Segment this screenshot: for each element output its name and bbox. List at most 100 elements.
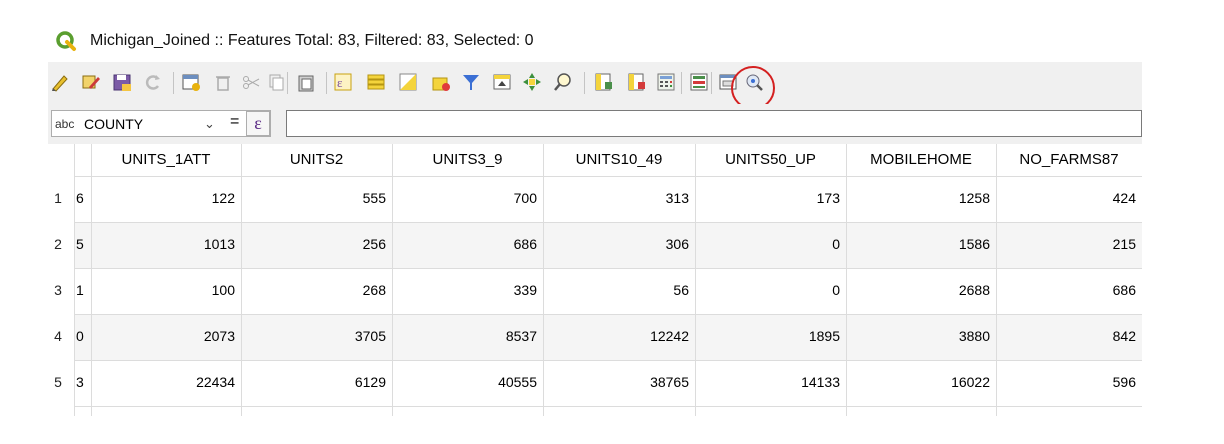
table-cell-partial[interactable]: 6 [76,190,84,206]
table-cell[interactable]: 3880 [846,328,990,344]
toolbar-separator [287,72,288,94]
row-number[interactable]: 4 [52,328,64,344]
table-cell[interactable]: 1895 [695,328,840,344]
invert-selection-icon[interactable] [398,72,418,92]
table-cell[interactable]: 0 [695,282,840,298]
delete-feature-icon[interactable] [213,72,233,92]
move-selection-top-icon[interactable] [492,72,512,92]
equals-label: = [230,113,240,130]
toolbar-separator [173,72,174,94]
column-header[interactable]: UNITS3_9 [392,144,543,176]
toolbar-separator [584,72,585,94]
save-edits-icon[interactable] [112,72,132,92]
qgis-logo-icon [56,31,76,51]
deselect-all-icon[interactable] [431,72,451,92]
table-cell[interactable]: 555 [241,190,386,206]
select-all-icon[interactable] [366,72,386,92]
copy-icon[interactable] [266,72,286,92]
row-number[interactable]: 5 [52,374,64,390]
column-header[interactable]: UNITS_1ATT [91,144,241,176]
table-cell[interactable]: 256 [241,236,386,252]
table-cell[interactable]: 8537 [392,328,537,344]
grid-hline [74,222,1142,223]
table-cell[interactable]: 1258 [846,190,990,206]
window-titlebar: Michigan_Joined :: Features Total: 83, F… [0,0,1224,62]
table-cell[interactable]: 424 [996,190,1136,206]
zoom-to-selection-icon[interactable] [553,72,573,92]
table-cell[interactable]: 40555 [392,374,537,390]
table-cell[interactable]: 14133 [695,374,840,390]
table-cell[interactable]: 12242 [543,328,689,344]
column-header[interactable]: MOBILEHOME [846,144,996,176]
table-cell[interactable]: 56 [543,282,689,298]
delete-field-icon[interactable] [626,72,646,92]
add-feature-icon[interactable] [181,72,201,92]
toolbar-separator [681,72,682,94]
cut-icon[interactable] [241,72,261,92]
grid-hline [74,268,1142,269]
table-cell[interactable]: 100 [91,282,235,298]
field-selector[interactable]: abc COUNTY ⌄ = ε [51,110,271,137]
new-field-icon[interactable] [593,72,613,92]
grid-hline [74,176,1142,177]
table-cell[interactable]: 686 [392,236,537,252]
expression-builder-button[interactable]: ε [246,111,270,136]
grid-hline [74,314,1142,315]
toggle-editing-icon[interactable] [50,72,70,92]
filter-icon[interactable] [461,72,481,92]
grid-hline [74,360,1142,361]
column-header[interactable]: UNITS10_49 [543,144,695,176]
table-cell[interactable]: 2688 [846,282,990,298]
table-cell[interactable]: 1013 [91,236,235,252]
window-title: Michigan_Joined :: Features Total: 83, F… [90,32,534,49]
column-header[interactable]: NO_FARMS87 [996,144,1142,176]
select-by-expression-icon[interactable]: ε [333,72,353,92]
expression-filter-bar: abc COUNTY ⌄ = ε [48,104,1142,144]
table-cell[interactable]: 173 [695,190,840,206]
field-selector-value: COUNTY [84,116,144,132]
attribute-table-toolbar: ε [48,62,1142,104]
table-cell[interactable]: 22434 [91,374,235,390]
row-number[interactable]: 2 [52,236,64,252]
grid-vline [74,144,75,416]
table-cell[interactable]: 6129 [241,374,386,390]
conditional-formatting-icon[interactable] [689,72,709,92]
toolbar-separator [711,72,712,94]
table-cell[interactable]: 3705 [241,328,386,344]
table-cell[interactable]: 686 [996,282,1136,298]
svg-text:ε: ε [337,75,343,90]
table-cell[interactable]: 842 [996,328,1136,344]
table-cell[interactable]: 1586 [846,236,990,252]
chevron-down-icon[interactable]: ⌄ [204,116,215,132]
table-cell[interactable]: 268 [241,282,386,298]
column-header[interactable]: UNITS2 [241,144,392,176]
reload-icon[interactable] [143,72,163,92]
row-number[interactable]: 3 [52,282,64,298]
table-cell[interactable]: 306 [543,236,689,252]
field-calculator-icon[interactable] [656,72,676,92]
table-cell-partial[interactable]: 5 [76,236,84,252]
expression-value-input[interactable] [286,110,1142,137]
table-cell-partial[interactable]: 1 [76,282,84,298]
table-cell[interactable]: 16022 [846,374,990,390]
table-cell[interactable]: 0 [695,236,840,252]
paste-icon[interactable] [296,72,316,92]
pan-to-selection-icon[interactable] [522,72,542,92]
table-cell[interactable]: 313 [543,190,689,206]
column-header[interactable]: UNITS50_UP [695,144,846,176]
table-cell[interactable]: 122 [91,190,235,206]
multi-edit-icon[interactable] [81,72,101,92]
table-cell[interactable]: 38765 [543,374,689,390]
row-number[interactable]: 1 [52,190,64,206]
table-cell-partial[interactable]: 3 [76,374,84,390]
toolbar-separator [326,72,327,94]
table-cell[interactable]: 2073 [91,328,235,344]
grid-hline [74,406,1142,407]
table-cell-partial[interactable]: 0 [76,328,84,344]
table-cell[interactable]: 700 [392,190,537,206]
table-cell[interactable]: 596 [996,374,1136,390]
attribute-table: UNITS_1ATT UNITS2 UNITS3_9 UNITS10_49 UNITS5… [48,144,1142,444]
table-cell[interactable]: 215 [996,236,1136,252]
text-type-icon: abc [55,117,75,131]
table-cell[interactable]: 339 [392,282,537,298]
